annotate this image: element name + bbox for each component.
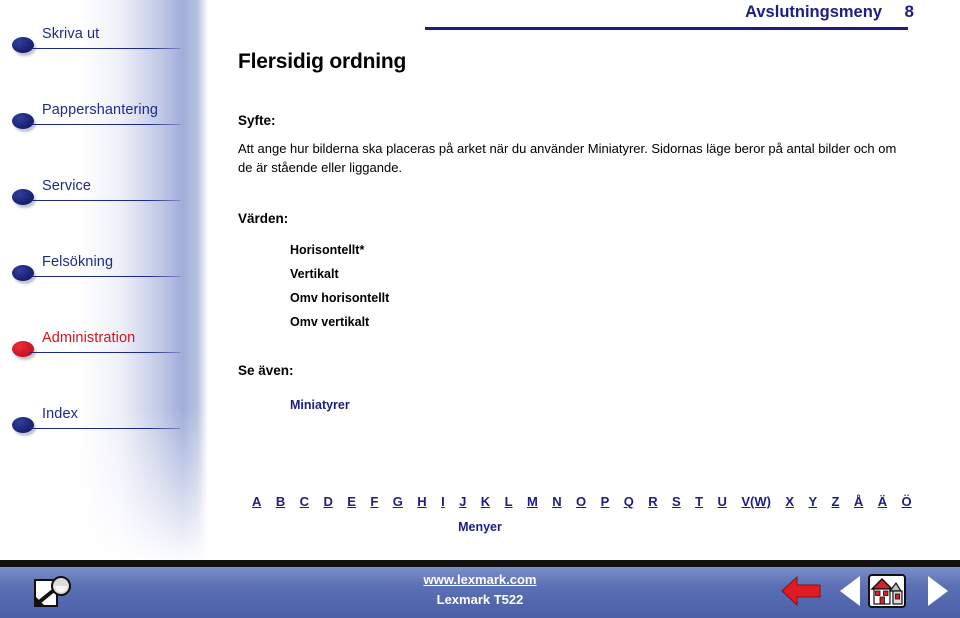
sidebar-item-label: Service (42, 178, 92, 194)
bullet-icon (12, 113, 34, 129)
alpha-link-x[interactable]: X (785, 494, 794, 509)
sidebar-item-label: Felsökning (42, 254, 114, 270)
menyer-link[interactable]: Menyer (0, 520, 960, 534)
alpha-link-o[interactable]: O (576, 494, 586, 509)
alpha-link-j[interactable]: J (459, 494, 466, 509)
lexmark-website-link[interactable]: www.lexmark.com (0, 570, 960, 590)
sidebar-item-rule (30, 428, 180, 429)
alpha-link-aring[interactable]: Å (854, 494, 863, 509)
alpha-link-d[interactable]: D (323, 494, 332, 509)
alpha-link-g[interactable]: G (393, 494, 403, 509)
printer-model-label: Lexmark T522 (436, 592, 524, 608)
bullet-icon (12, 37, 34, 53)
sidebar-item-label: Administration (42, 330, 136, 346)
sidebar-item-pappershantering[interactable]: Pappershantering (0, 102, 190, 136)
sidebar-item-service[interactable]: Service (0, 178, 190, 212)
bullet-icon (12, 189, 34, 205)
header-divider (425, 27, 908, 30)
alpha-link-e[interactable]: E (347, 494, 356, 509)
alpha-link-adiaeresis[interactable]: Ä (878, 494, 887, 509)
sidebar-item-rule (30, 200, 180, 201)
alpha-link-l[interactable]: L (505, 494, 513, 509)
sidebar: Skriva ut Pappershantering Service Felsö… (0, 0, 208, 566)
header-title: Avslutningsmeny (745, 3, 882, 21)
alpha-link-u[interactable]: U (718, 494, 727, 509)
alpha-link-r[interactable]: R (648, 494, 657, 509)
sidebar-item-index[interactable]: Index (0, 406, 190, 440)
alpha-link-k[interactable]: K (481, 494, 490, 509)
alphabet-index: A B C D E F G H I J K L M N O P Q R S T … (252, 494, 912, 509)
sidebar-item-administration[interactable]: Administration (0, 330, 190, 364)
alpha-link-odiaeresis[interactable]: Ö (902, 494, 912, 509)
sidebar-item-label: Pappershantering (42, 102, 159, 118)
sidebar-item-skriva-ut[interactable]: Skriva ut (0, 26, 190, 60)
alpha-link-vw[interactable]: V(W) (741, 494, 771, 509)
alpha-link-a[interactable]: A (252, 494, 261, 509)
purpose-heading: Syfte: (238, 113, 276, 128)
alpha-link-b[interactable]: B (276, 494, 285, 509)
alpha-link-z[interactable]: Z (832, 494, 840, 509)
sidebar-item-rule (30, 48, 180, 49)
footer-bar: www.lexmark.com Lexmark T522 (0, 560, 960, 618)
sidebar-item-felsokning[interactable]: Felsökning (0, 254, 190, 288)
alpha-link-m[interactable]: M (527, 494, 538, 509)
sidebar-item-rule (30, 124, 180, 125)
value-item: Omv vertikalt (290, 315, 370, 329)
sidebar-item-rule (30, 276, 180, 277)
page-title: Flersidig ordning (238, 50, 407, 73)
sidebar-item-rule (30, 352, 180, 353)
alpha-link-q[interactable]: Q (624, 494, 634, 509)
see-also-heading: Se även: (238, 363, 294, 378)
footer-center-text: www.lexmark.com Lexmark T522 (0, 570, 960, 611)
alpha-link-p[interactable]: P (601, 494, 610, 509)
alpha-link-y[interactable]: Y (808, 494, 817, 509)
bullet-icon (12, 265, 34, 281)
alpha-link-i[interactable]: I (441, 494, 445, 509)
page-number: 8 (904, 2, 914, 21)
alpha-link-t[interactable]: T (695, 494, 703, 509)
alpha-link-s[interactable]: S (672, 494, 681, 509)
alpha-link-h[interactable]: H (417, 494, 426, 509)
value-item: Horisontellt* (290, 243, 365, 257)
page-root: Skriva ut Pappershantering Service Felsö… (0, 0, 960, 618)
see-also-link-miniatyrer[interactable]: Miniatyrer (290, 398, 350, 412)
value-item: Omv horisontellt (290, 291, 390, 305)
sidebar-item-label: Index (42, 406, 78, 422)
alpha-link-f[interactable]: F (370, 494, 378, 509)
alpha-link-c[interactable]: C (300, 494, 309, 509)
footer-top-divider (0, 560, 960, 567)
sidebar-item-label: Skriva ut (42, 26, 100, 42)
bullet-icon (12, 417, 34, 433)
alpha-link-n[interactable]: N (552, 494, 561, 509)
bullet-icon (12, 341, 34, 357)
values-heading: Värden: (238, 211, 289, 226)
value-item: Vertikalt (290, 267, 339, 281)
purpose-body-text: Att ange hur bilderna ska placeras på ar… (238, 141, 897, 175)
